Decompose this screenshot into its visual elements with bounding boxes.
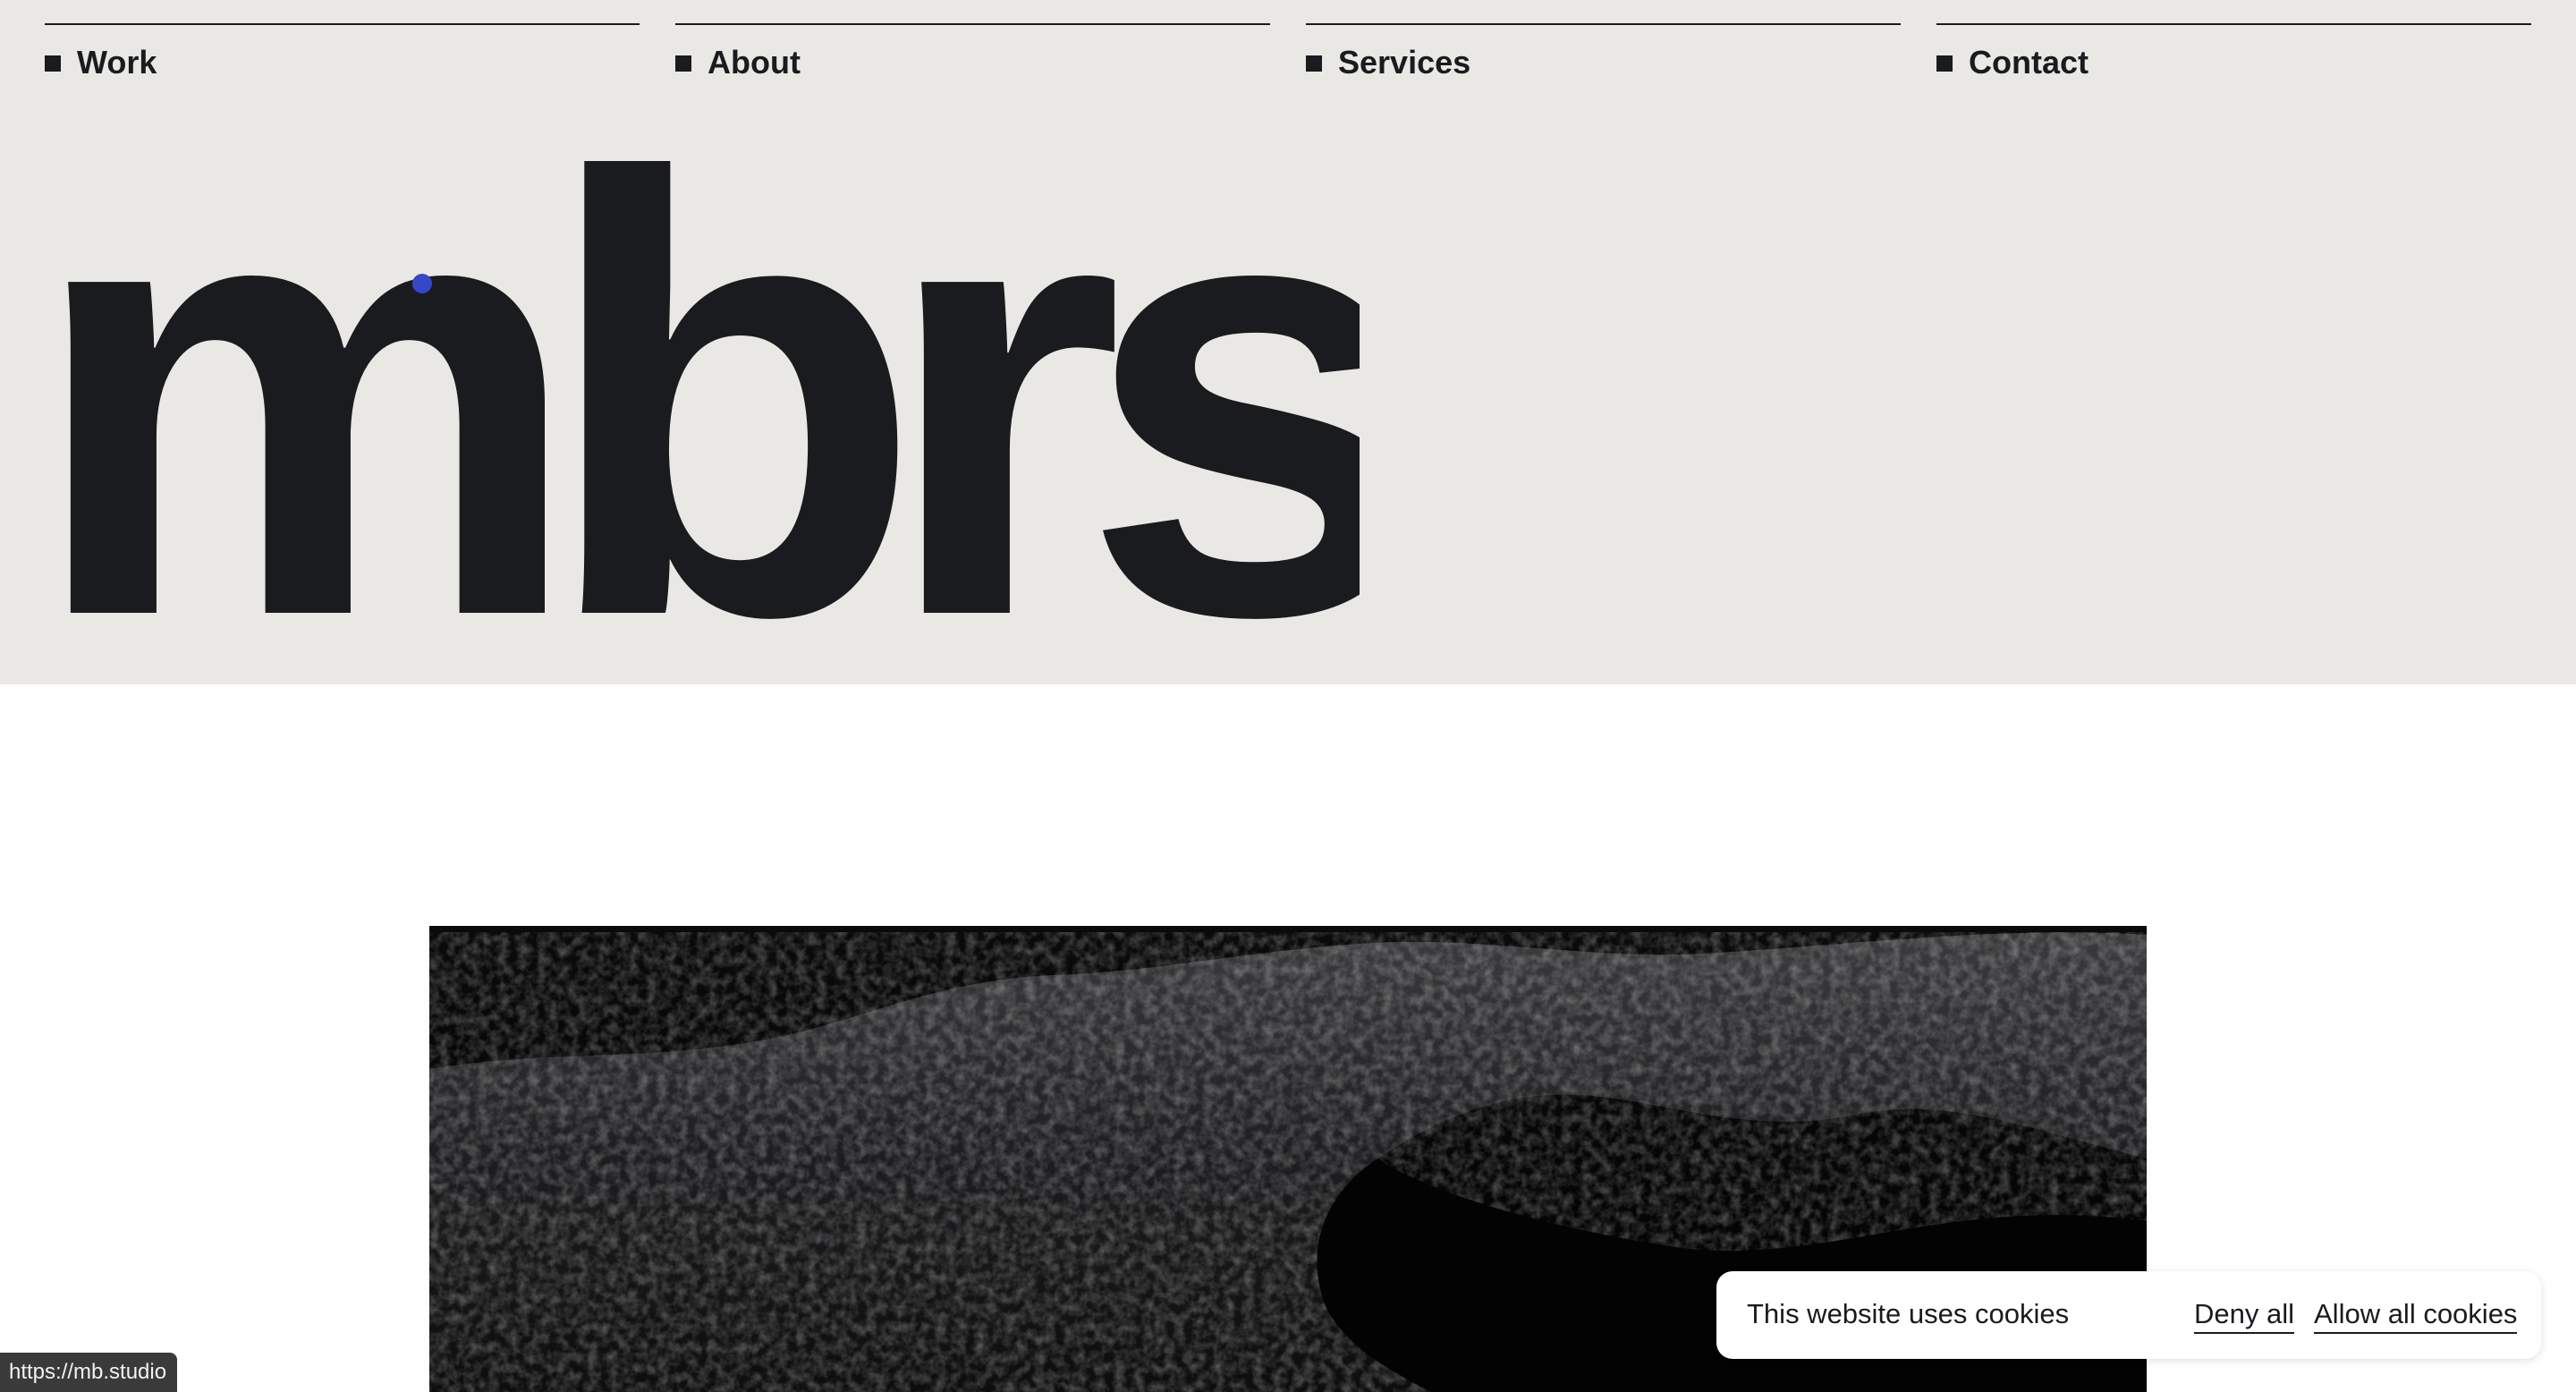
cursor-dot [412, 274, 432, 293]
allow-all-cookies-button[interactable]: Allow all cookies [2314, 1296, 2518, 1334]
deny-all-button[interactable]: Deny all [2194, 1296, 2294, 1334]
status-bar-url: https://mb.studio [0, 1353, 178, 1392]
nav-item-label: Services [1338, 44, 1471, 81]
nav-item-contact[interactable]: Contact [1936, 23, 2531, 88]
square-bullet-icon [1936, 55, 1953, 72]
svg-text:mbrs: mbrs [36, 161, 1360, 635]
nav-item-label: Contact [1969, 44, 2089, 81]
nav-item-work[interactable]: Work [45, 23, 640, 88]
mbrs-wordmark: mbrs [36, 161, 1360, 635]
cookie-banner: This website uses cookies Deny all Allow… [1716, 1271, 2541, 1359]
main-nav: Work About Services Contact [45, 23, 2531, 95]
site-header: Work About Services Contact mbrs [0, 0, 2576, 684]
nav-item-services[interactable]: Services [1306, 23, 1901, 88]
brand-logo[interactable]: mbrs [36, 161, 1360, 635]
square-bullet-icon [675, 55, 691, 72]
nav-item-label: About [708, 44, 801, 81]
cookie-message: This website uses cookies [1747, 1298, 2070, 1329]
nav-item-about[interactable]: About [675, 23, 1270, 88]
nav-item-label: Work [77, 44, 157, 81]
square-bullet-icon [45, 55, 61, 72]
square-bullet-icon [1306, 55, 1322, 72]
